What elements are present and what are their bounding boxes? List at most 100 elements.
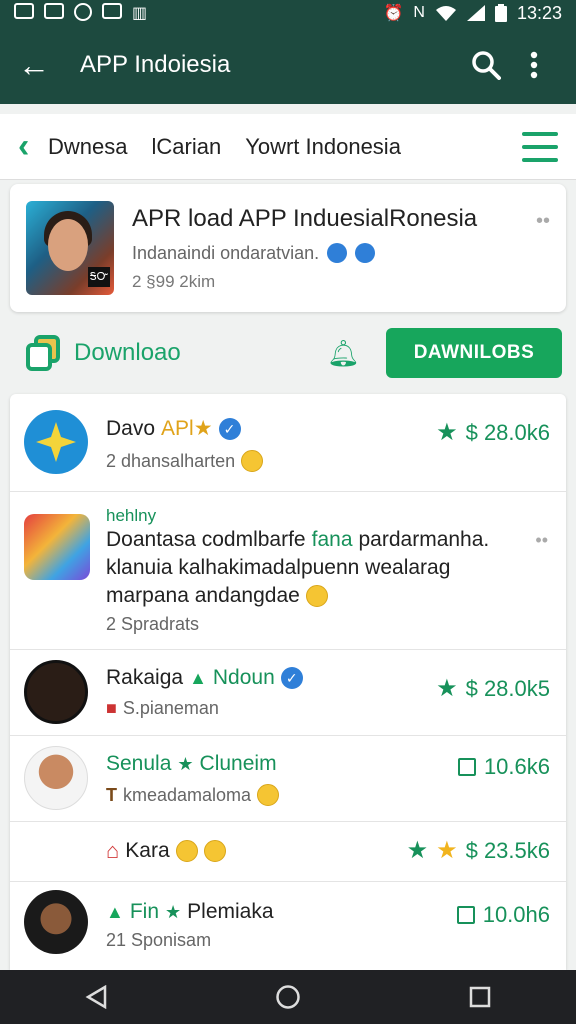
chevron-left-icon[interactable]: ‹	[18, 127, 48, 166]
app-notification-icon	[102, 3, 122, 19]
app-bar: ← APP Indoiesia	[0, 26, 576, 104]
star-icon: ★	[436, 675, 458, 702]
status-time: 13:23	[516, 2, 562, 23]
back-arrow-icon[interactable]: ←	[18, 47, 62, 84]
avatar	[24, 746, 88, 810]
download-row: Downloao 🔔︎ DAWNILOBS	[0, 322, 576, 384]
app-name: APR load APP InduesialRonesia	[132, 204, 478, 232]
gallery-notification-icon	[14, 3, 34, 19]
home-circle-icon	[276, 985, 300, 1009]
download-button[interactable]: DAWNILOBS	[386, 328, 562, 378]
item-line-1b: fana	[311, 528, 353, 551]
download-label[interactable]: Downloao	[74, 339, 181, 367]
item-line-1a: Doantasa codmlbarfe	[106, 528, 306, 551]
menu-icon[interactable]	[522, 131, 558, 162]
avatar	[24, 514, 90, 580]
mail-notification-icon	[44, 3, 64, 19]
refresh-icon	[327, 243, 348, 263]
avatar	[24, 410, 88, 474]
nav-home-button[interactable]	[258, 984, 318, 1010]
emoji-icon	[203, 840, 226, 862]
tab-dwnesa[interactable]: Dwnesa	[48, 134, 127, 160]
info-icon	[355, 243, 376, 263]
more-horiz-icon[interactable]: ••	[536, 210, 550, 233]
list-item[interactable]: ▲ Fin ★ Plemiaka 21 Sponisam 10.0h6	[10, 882, 566, 970]
thumbnail-tag: ᎦᏅ	[88, 267, 110, 287]
triangle-icon: ▲	[189, 667, 207, 688]
search-icon	[472, 51, 501, 80]
item-name: Fin	[129, 900, 160, 923]
back-triangle-icon	[85, 985, 107, 1009]
emoji-icon	[305, 585, 328, 607]
item-name-badge: Cluneim	[199, 752, 277, 775]
app-card[interactable]: ᎦᏅ APR load APP InduesialRonesia Indanai…	[10, 184, 566, 312]
download-icon	[26, 335, 62, 371]
star-icon: ★	[436, 419, 458, 446]
bag-icon	[456, 906, 475, 924]
item-subtitle: 21 Sponisam	[106, 930, 212, 950]
chart-notification-icon: ▥	[132, 5, 148, 22]
list-item[interactable]: hehlny Doantasa codmlbarfe fana pardarma…	[10, 492, 566, 650]
triangle-icon: ▲	[106, 901, 124, 922]
more-vert-icon	[530, 51, 538, 79]
item-name-badge: Ndoun	[212, 666, 275, 689]
list-item[interactable]: Senula ★ Cluneim T kmeadamaloma 10.6k6	[10, 736, 566, 822]
tab-yowrt-indonesia[interactable]: Yowrt Indonesia	[245, 134, 401, 160]
verified-icon: ✓	[280, 667, 303, 689]
list-item[interactable]: Davo APl★ ✓ 2 dhansalharten ★ $ 28.0k6	[10, 394, 566, 492]
item-name-badge: Plemiaka	[187, 900, 274, 923]
hammer-icon: T	[106, 784, 117, 805]
category-tabs: ‹ Dwnesa lCarian Yowrt Indonesia	[0, 114, 576, 180]
nav-back-button[interactable]	[66, 985, 126, 1009]
item-subtitle: 2 dhansalharten	[106, 450, 236, 471]
overflow-menu-button[interactable]	[510, 51, 558, 79]
item-price: 10.6k6	[483, 754, 550, 779]
list-item[interactable]: Rakaiga ▲ Ndoun ✓ ■ S.pianeman ★ $ 28.0k…	[10, 650, 566, 736]
bag-icon	[457, 758, 476, 776]
star-icon: ★	[165, 901, 182, 922]
circle-notification-icon	[74, 3, 92, 21]
flag-icon: ■	[106, 698, 117, 718]
more-horiz-icon[interactable]: ••	[535, 530, 548, 551]
battery-icon	[494, 4, 507, 22]
item-price: $ 23.5k6	[465, 837, 550, 863]
tab-carian[interactable]: lCarian	[151, 134, 221, 160]
search-button[interactable]	[462, 50, 510, 80]
item-line-1c: pardarmanha.	[358, 528, 490, 551]
list-item[interactable]: ⌂ Kara ★ ★ $ 23.5k6	[10, 822, 566, 882]
item-price: $ 28.0k6	[465, 419, 550, 445]
signal-icon	[466, 5, 485, 21]
star-icon: ★	[406, 837, 429, 864]
item-price: 10.0h6	[482, 902, 550, 927]
item-subtitle: kmeadamaloma	[123, 784, 252, 805]
star-icon: ★	[436, 837, 458, 864]
app-meta: 2 §99 2kim	[132, 271, 216, 291]
item-subtitle: S.pianeman	[122, 698, 219, 718]
item-name: Davo	[106, 416, 156, 440]
avatar	[24, 660, 88, 724]
emoji-icon	[241, 450, 264, 472]
bell-icon[interactable]: 🔔︎	[327, 338, 360, 369]
nav-recents-button[interactable]	[450, 986, 510, 1008]
page-title: APP Indoiesia	[80, 51, 231, 78]
item-line-2: klanuia kalhakimadalpuenn wealarag	[106, 556, 451, 579]
status-bar: ▥ ⏰ N 13:23	[0, 0, 576, 26]
item-line-3: marpana andangdae	[106, 584, 300, 607]
verified-icon: ✓	[218, 417, 241, 440]
house-icon: ⌂	[106, 838, 120, 863]
item-name: Rakaiga	[106, 666, 184, 689]
recents-square-icon	[469, 986, 491, 1008]
item-name: Kara	[125, 839, 170, 862]
item-tag: hehlny	[106, 506, 157, 525]
system-nav-bar	[0, 970, 576, 1024]
item-subtitle: 2 Spradrats	[106, 614, 200, 634]
avatar	[24, 890, 88, 954]
app-thumbnail: ᎦᏅ	[26, 201, 114, 295]
emoji-icon	[257, 784, 280, 806]
alarm-icon: ⏰	[383, 5, 404, 22]
item-name-badge: APl★	[161, 417, 213, 440]
item-name: Senula	[106, 752, 172, 775]
star-icon: ★	[177, 753, 194, 774]
item-price: $ 28.0k5	[465, 675, 550, 701]
nfc-icon: N	[413, 4, 425, 21]
